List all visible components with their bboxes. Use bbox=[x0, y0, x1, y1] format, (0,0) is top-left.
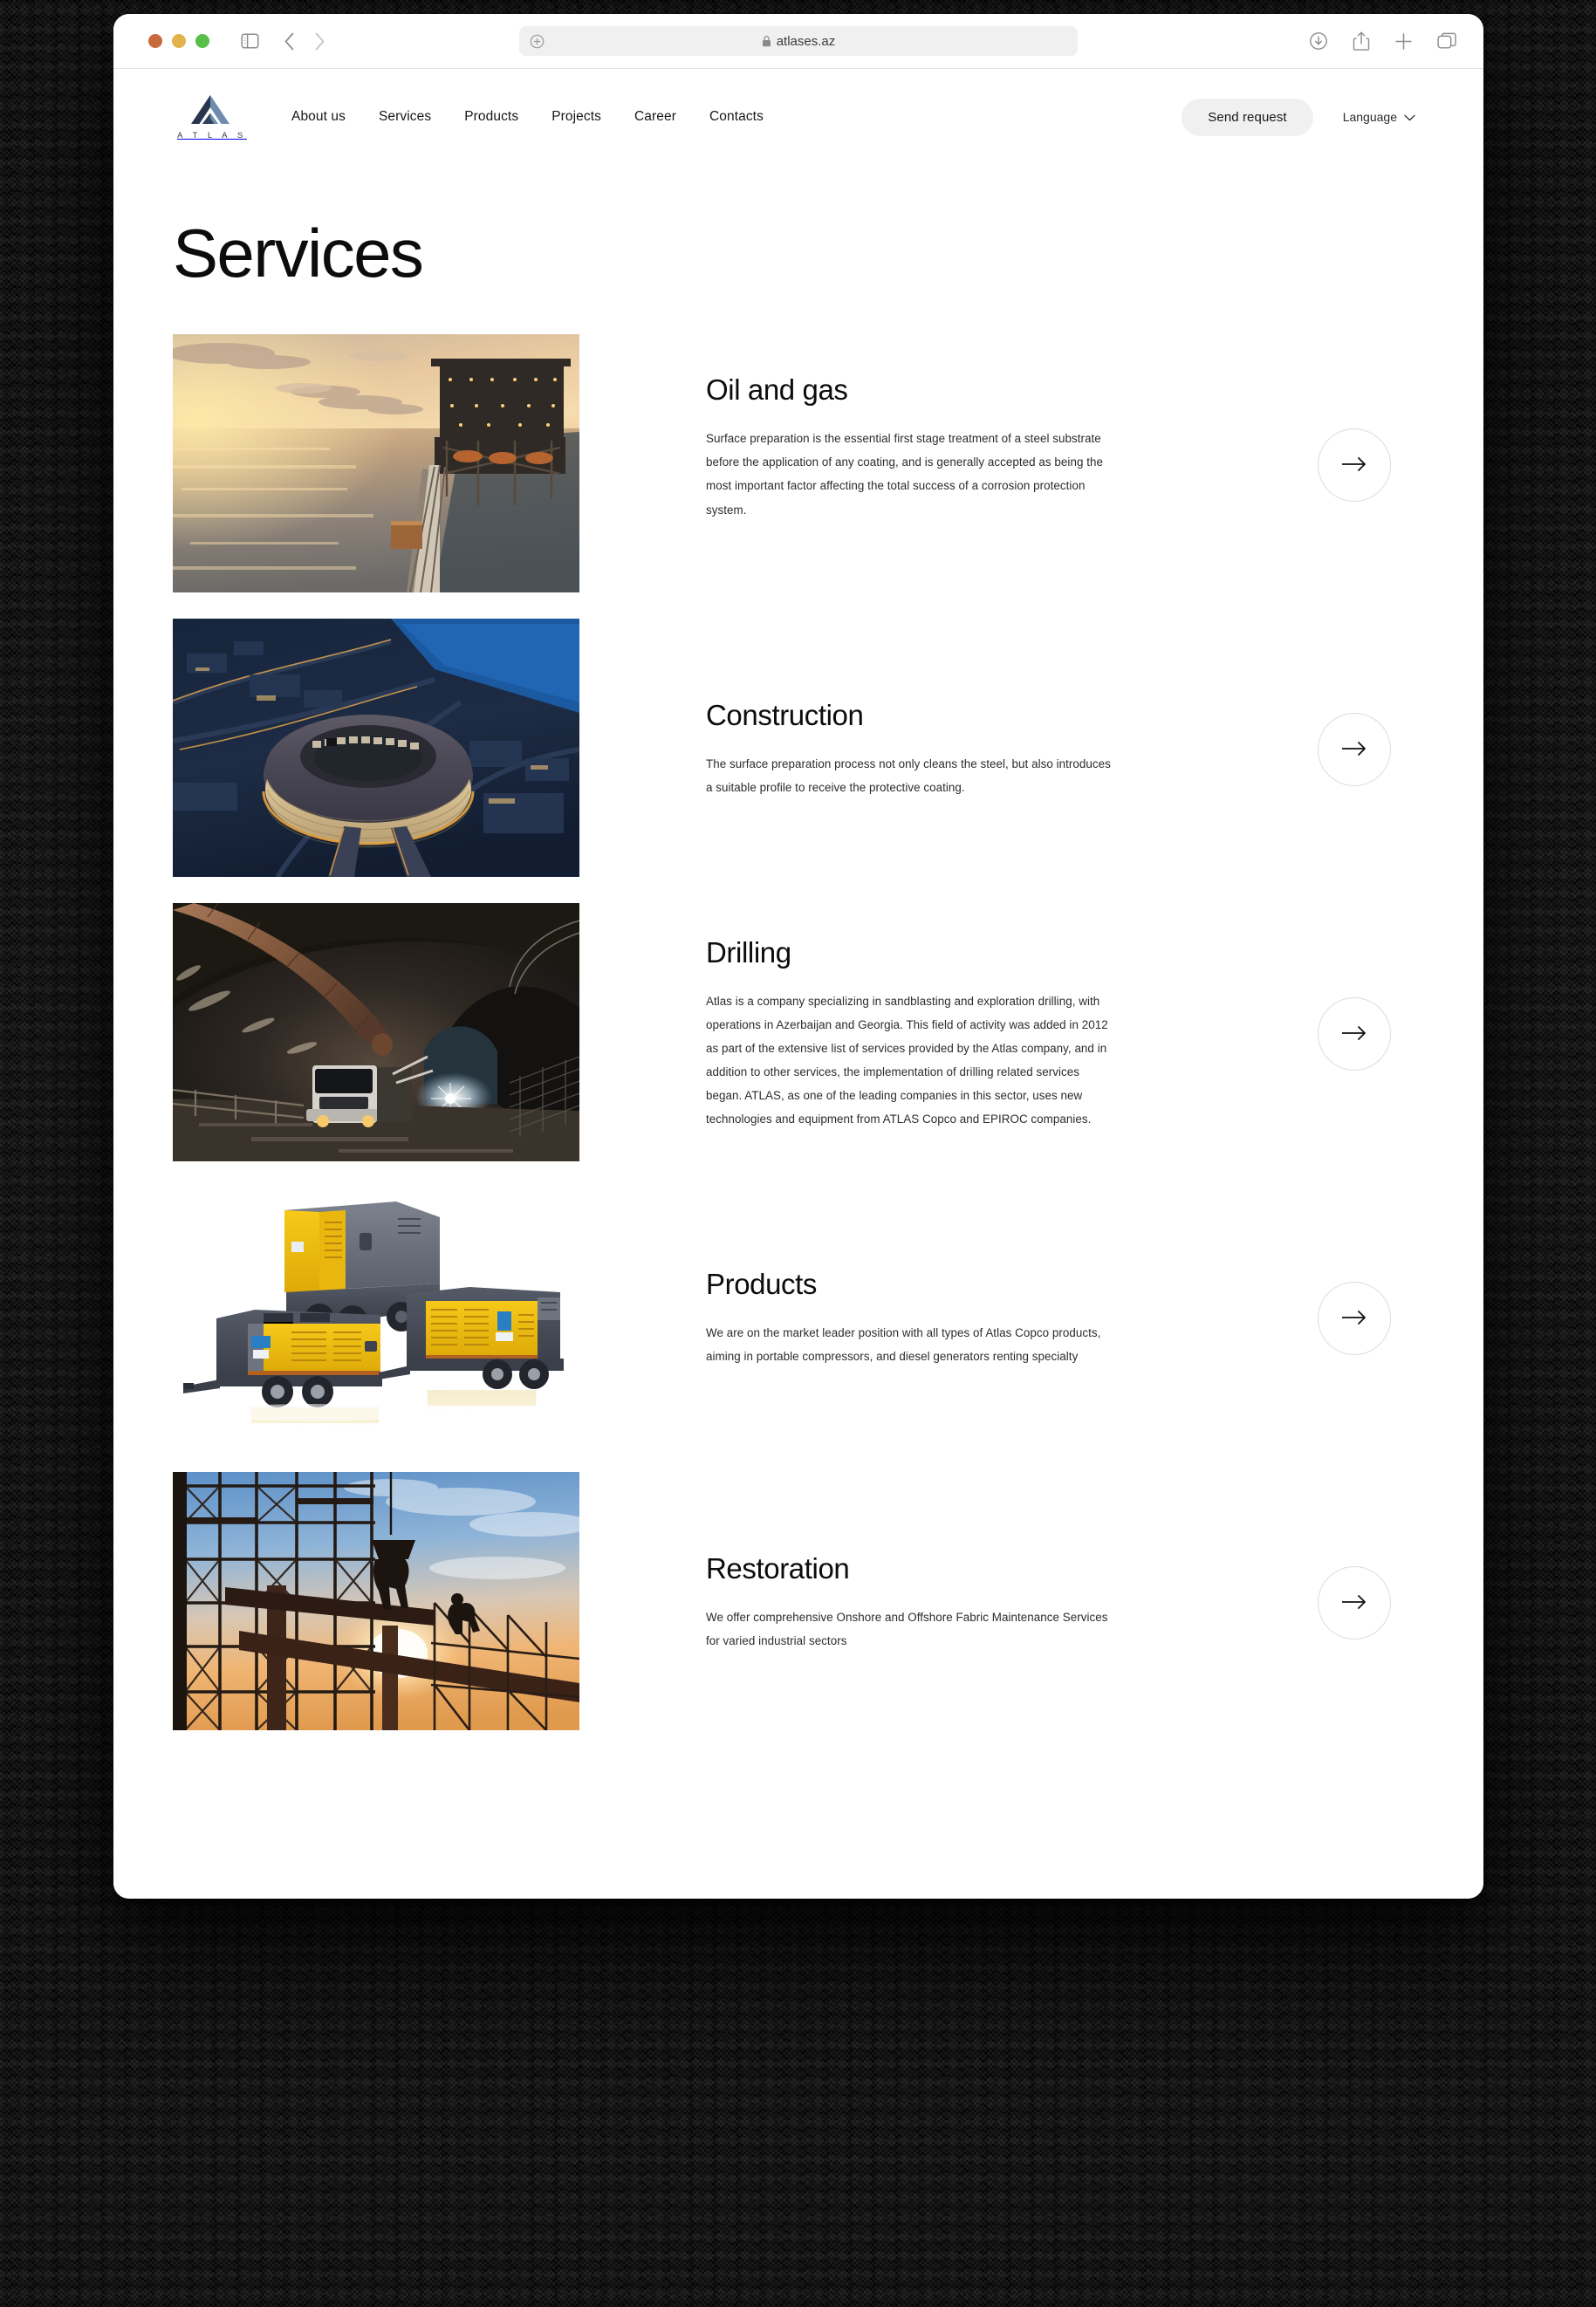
share-icon[interactable] bbox=[1353, 31, 1370, 51]
service-copy-products: Products We are on the market leader pos… bbox=[579, 1188, 1293, 1449]
nav-item-products[interactable]: Products bbox=[464, 109, 518, 125]
service-image-oil-and-gas bbox=[173, 334, 579, 592]
zoom-window-button[interactable] bbox=[195, 34, 209, 48]
service-item-construction: Construction The surface preparation pro… bbox=[113, 619, 1483, 880]
service-description-drilling: Atlas is a company specializing in sandb… bbox=[706, 994, 1108, 1126]
send-request-button[interactable]: Send request bbox=[1182, 98, 1313, 136]
service-copy-drilling: Drilling Atlas is a company specializing… bbox=[579, 903, 1293, 1165]
chevron-down-icon bbox=[1404, 110, 1415, 124]
arrow-right-icon bbox=[1341, 456, 1367, 475]
service-copy-construction: Construction The surface preparation pro… bbox=[579, 619, 1293, 880]
service-title-restoration: Restoration bbox=[706, 1551, 850, 1585]
primary-nav: About us Services Products Projects Care… bbox=[291, 109, 764, 125]
service-image-drilling bbox=[173, 903, 579, 1161]
service-arrow-col-products bbox=[1293, 1188, 1415, 1449]
header-actions: Send request Language bbox=[1182, 98, 1415, 136]
url-text: atlases.az bbox=[776, 33, 836, 49]
toolbar-right-group bbox=[1309, 31, 1457, 51]
downloads-icon[interactable] bbox=[1309, 31, 1328, 51]
services-list: Oil and gas Surface preparation is the e… bbox=[113, 287, 1483, 1734]
service-title-construction: Construction bbox=[706, 698, 864, 731]
service-title-products: Products bbox=[706, 1267, 818, 1300]
service-description-restoration: We offer comprehensive Onshore and Offsh… bbox=[706, 1611, 1108, 1648]
new-tab-icon[interactable] bbox=[1394, 32, 1413, 51]
service-arrow-button-drilling[interactable] bbox=[1318, 997, 1391, 1071]
service-arrow-col-drilling bbox=[1293, 903, 1415, 1165]
service-image-restoration bbox=[173, 1472, 579, 1730]
page-title: Services bbox=[173, 215, 424, 291]
service-copy-restoration: Restoration We offer comprehensive Onsho… bbox=[579, 1472, 1293, 1734]
arrow-right-icon bbox=[1341, 1310, 1367, 1328]
nav-item-contacts[interactable]: Contacts bbox=[709, 109, 764, 125]
window-controls bbox=[148, 34, 209, 48]
address-bar[interactable]: atlases.az bbox=[519, 26, 1078, 56]
brand-logo[interactable]: A T L A S bbox=[173, 93, 248, 140]
service-title-drilling: Drilling bbox=[706, 935, 791, 969]
browser-window: atlases.az A T L A S About us Services P… bbox=[113, 14, 1483, 1899]
service-description-products: We are on the market leader position wit… bbox=[706, 1326, 1101, 1364]
service-item-products: Products We are on the market leader pos… bbox=[113, 1188, 1483, 1449]
service-image-construction bbox=[173, 619, 579, 877]
nav-item-services[interactable]: Services bbox=[379, 109, 431, 125]
language-label: Language bbox=[1342, 110, 1397, 124]
service-arrow-button-restoration[interactable] bbox=[1318, 1566, 1391, 1640]
service-arrow-col-restoration bbox=[1293, 1472, 1415, 1734]
page-viewport: A T L A S About us Services Products Pro… bbox=[113, 69, 1483, 1899]
arrow-right-icon bbox=[1341, 1025, 1367, 1044]
reader-zoom-icon[interactable] bbox=[530, 34, 545, 49]
service-arrow-col-construction bbox=[1293, 619, 1415, 880]
service-arrow-button-construction[interactable] bbox=[1318, 713, 1391, 786]
service-arrow-col-oil-and-gas bbox=[1293, 334, 1415, 596]
nav-item-projects[interactable]: Projects bbox=[551, 109, 601, 125]
browser-toolbar: atlases.az bbox=[113, 14, 1483, 69]
brand-wordmark: A T L A S bbox=[177, 131, 247, 140]
site-header: A T L A S About us Services Products Pro… bbox=[113, 69, 1483, 165]
service-item-oil-and-gas: Oil and gas Surface preparation is the e… bbox=[113, 334, 1483, 596]
service-item-drilling: Drilling Atlas is a company specializing… bbox=[113, 903, 1483, 1165]
service-arrow-button-oil-and-gas[interactable] bbox=[1318, 428, 1391, 502]
nav-item-career[interactable]: Career bbox=[634, 109, 676, 125]
atlas-triangle-logo-icon bbox=[191, 95, 229, 124]
arrow-right-icon bbox=[1341, 741, 1367, 759]
close-window-button[interactable] bbox=[148, 34, 162, 48]
nav-item-about-us[interactable]: About us bbox=[291, 109, 346, 125]
service-copy-oil-and-gas: Oil and gas Surface preparation is the e… bbox=[579, 334, 1293, 596]
back-icon[interactable] bbox=[284, 32, 295, 51]
lock-icon bbox=[762, 35, 771, 47]
service-item-restoration: Restoration We offer comprehensive Onsho… bbox=[113, 1472, 1483, 1734]
sidebar-icon[interactable] bbox=[241, 33, 259, 49]
minimize-window-button[interactable] bbox=[172, 34, 186, 48]
service-image-products bbox=[173, 1188, 579, 1446]
service-title-oil-and-gas: Oil and gas bbox=[706, 373, 848, 406]
service-arrow-button-products[interactable] bbox=[1318, 1282, 1391, 1355]
tab-overview-icon[interactable] bbox=[1437, 32, 1457, 51]
forward-icon[interactable] bbox=[314, 32, 325, 51]
arrow-right-icon bbox=[1341, 1594, 1367, 1612]
service-description-construction: The surface preparation process not only… bbox=[706, 757, 1111, 795]
service-description-oil-and-gas: Surface preparation is the essential fir… bbox=[706, 432, 1103, 517]
language-selector[interactable]: Language bbox=[1343, 110, 1415, 124]
